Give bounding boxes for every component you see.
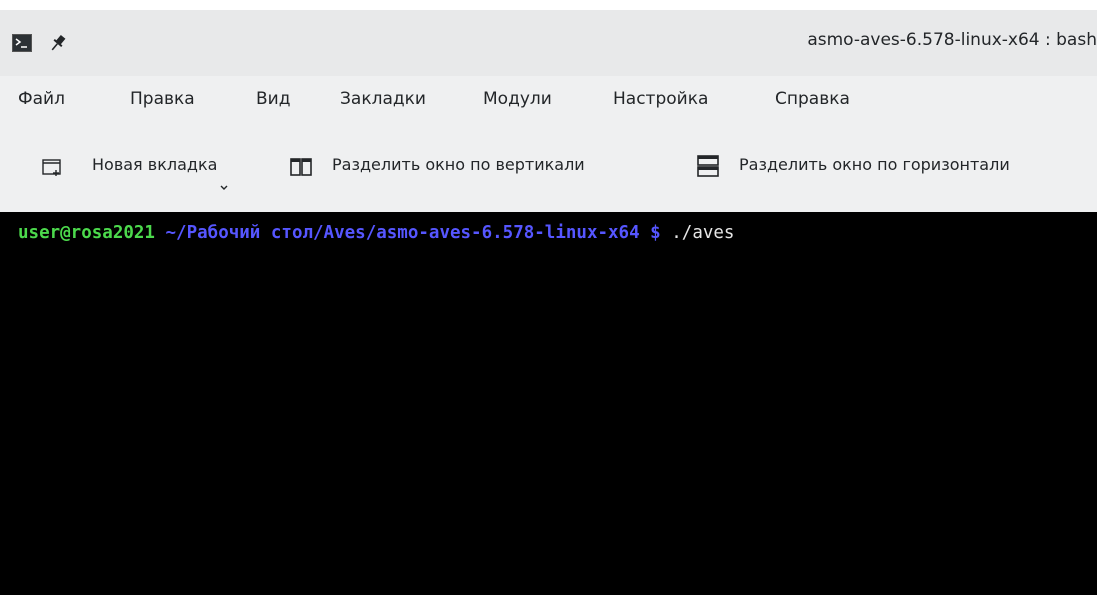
terminal-command: ./aves bbox=[671, 223, 735, 243]
new-tab-button[interactable]: Новая вкладка bbox=[42, 148, 252, 182]
menu-file[interactable]: Файл bbox=[18, 76, 65, 122]
menu-view[interactable]: Вид bbox=[256, 76, 290, 122]
split-vertical-button[interactable]: Разделить окно по вертикали bbox=[290, 148, 660, 182]
split-vertical-icon bbox=[290, 155, 312, 176]
toolbar: Новая вкладка Разделить окно по вертикал… bbox=[0, 122, 1097, 212]
terminal-area[interactable]: user@rosa2021 ~/Рабочий стол/Aves/asmo-a… bbox=[0, 212, 1097, 595]
menu-plugins[interactable]: Модули bbox=[483, 76, 552, 122]
menu-help[interactable]: Справка bbox=[775, 76, 850, 122]
window-top-border bbox=[0, 0, 1097, 10]
prompt-user-host: user@rosa2021 bbox=[18, 223, 155, 243]
prompt-path: ~/Рабочий стол/Aves/asmo-aves-6.578-linu… bbox=[165, 223, 661, 243]
terminal-icon[interactable] bbox=[12, 34, 32, 52]
prompt-line: user@rosa2021 ~/Рабочий стол/Aves/asmo-a… bbox=[18, 220, 734, 246]
title-bar[interactable]: asmo-aves-6.578-linux-x64 : bash bbox=[0, 10, 1097, 76]
split-horizontal-icon bbox=[697, 155, 719, 177]
split-vertical-label: Разделить окно по вертикали bbox=[332, 155, 585, 174]
new-tab-label: Новая вкладка bbox=[92, 155, 218, 174]
pin-icon[interactable] bbox=[47, 32, 69, 54]
split-horizontal-label: Разделить окно по горизонтали bbox=[739, 155, 1010, 174]
chevron-down-icon[interactable] bbox=[218, 178, 230, 190]
konsole-window: asmo-aves-6.578-linux-x64 : bash Файл Пр… bbox=[0, 0, 1097, 595]
split-horizontal-button[interactable]: Разделить окно по горизонтали bbox=[697, 148, 1097, 182]
new-tab-icon bbox=[42, 155, 62, 176]
menu-bar: Файл Правка Вид Закладки Модули Настройк… bbox=[0, 76, 1097, 122]
window-title: asmo-aves-6.578-linux-x64 : bash bbox=[807, 30, 1097, 50]
menu-settings[interactable]: Настройка bbox=[613, 76, 708, 122]
menu-edit[interactable]: Правка bbox=[130, 76, 195, 122]
menu-bookmarks[interactable]: Закладки bbox=[340, 76, 426, 122]
